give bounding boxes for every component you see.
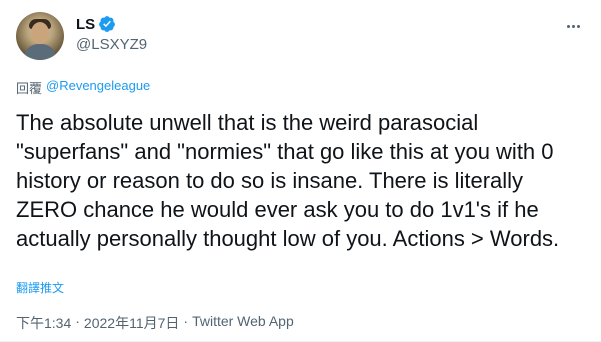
tweet-date[interactable]: 2022年11月7日 (84, 313, 179, 333)
user-handle[interactable]: @LSXYZ9 (76, 36, 147, 53)
reply-prefix: 回覆 (16, 81, 43, 96)
more-options-icon[interactable] (561, 16, 585, 36)
tweet-meta: 下午1:34 · 2022年11月7日 · Twitter Web App (16, 313, 294, 333)
tweet-text: The absolute unwell that is the weird pa… (16, 110, 560, 251)
verified-badge-icon (99, 16, 116, 32)
tweet-card: LS @LSXYZ9 回覆 @Revengeleague The absolut… (0, 0, 601, 342)
reply-mention-link[interactable]: @Revengeleague (46, 78, 150, 97)
tweet-time[interactable]: 下午1:34 (16, 313, 71, 333)
tweet-source[interactable]: Twitter Web App (192, 313, 294, 333)
tweet-header: LS @LSXYZ9 (16, 12, 585, 62)
avatar[interactable] (16, 12, 64, 60)
reply-context: 回覆 @Revengeleague (16, 78, 150, 97)
display-name[interactable]: LS (76, 16, 95, 33)
meta-separator: · (183, 313, 189, 329)
author-info: LS @LSXYZ9 (76, 14, 147, 54)
translate-tweet-link[interactable]: 翻譯推文 (16, 279, 64, 296)
meta-separator: · (75, 313, 80, 329)
